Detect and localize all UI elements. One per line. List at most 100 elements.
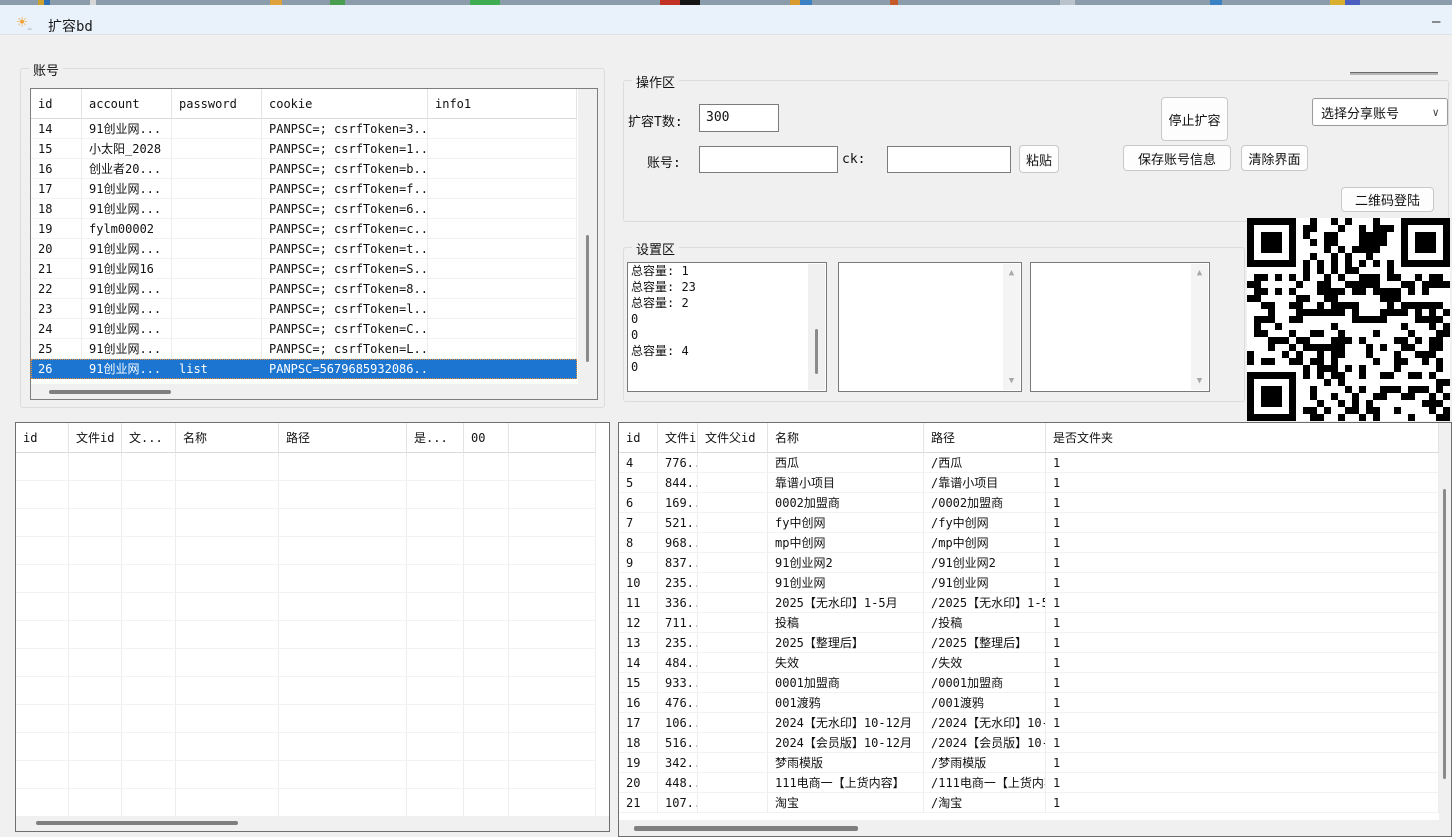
clear-ui-button[interactable]: 清除界面: [1241, 145, 1308, 171]
table-row[interactable]: 2491创业网...PANPSC=; csrfToken=C...: [31, 319, 577, 339]
v-scroll-track[interactable]: [578, 89, 597, 399]
table-cell: 1: [1046, 593, 1439, 613]
table-row[interactable]: 13235...2025【整理后】/2025【整理后】1: [619, 633, 1439, 653]
table-row[interactable]: 2591创业网...PANPSC=; csrfToken=L...: [31, 339, 577, 359]
table-row[interactable]: 11336...2025【无水印】1-5月/2025【无水印】1-5月1: [619, 593, 1439, 613]
scroll-down-icon[interactable]: ▼: [1191, 375, 1208, 387]
account-input[interactable]: [699, 146, 838, 173]
v-scroll-thumb[interactable]: [1443, 489, 1446, 779]
table-cell: /2024【无水印】10-12月: [924, 713, 1046, 733]
table-row[interactable]: 16创业者20...PANPSC=; csrfToken=b...: [31, 159, 577, 179]
table-cell: [16, 481, 69, 509]
capacity-listbox[interactable]: 总容量: 1总容量: 23总容量: 200总容量: 40: [627, 262, 827, 392]
table-row[interactable]: [16, 565, 596, 593]
table-row[interactable]: 19fylm00002PANPSC=; csrfToken=c...: [31, 219, 577, 239]
table-cell: 15: [619, 673, 658, 693]
listbox1-scrollbar[interactable]: [808, 264, 825, 390]
table-cell: 111电商一【上货内容】: [768, 773, 924, 793]
table-row[interactable]: [16, 705, 596, 733]
table-cell: 21: [619, 793, 658, 813]
table-row[interactable]: 9837...91创业网2/91创业网21: [619, 553, 1439, 573]
table-header: id文件id文...名称路径是...00: [16, 423, 596, 453]
table-row[interactable]: 8968...mp中创网/mp中创网1: [619, 533, 1439, 553]
h-scroll-thumb[interactable]: [49, 390, 171, 394]
table-row[interactable]: 2191创业网16PANPSC=; csrfToken=S...: [31, 259, 577, 279]
table-cell: [176, 481, 279, 509]
table-row[interactable]: 1891创业网...PANPSC=; csrfToken=6...: [31, 199, 577, 219]
h-scroll-thumb[interactable]: [36, 821, 238, 825]
listbox1-scroll-thumb[interactable]: [815, 329, 818, 374]
table-row[interactable]: 14484...失效/失效1: [619, 653, 1439, 673]
table-row[interactable]: [16, 761, 596, 789]
column-header: 00: [464, 423, 509, 453]
scroll-up-icon[interactable]: ▲: [1003, 267, 1020, 279]
table-row[interactable]: [16, 621, 596, 649]
table-row[interactable]: [16, 677, 596, 705]
table-row[interactable]: [16, 593, 596, 621]
v-scroll-track[interactable]: [1439, 423, 1451, 836]
settings-listbox-3[interactable]: ▲ ▼: [1030, 262, 1210, 392]
table-row[interactable]: 4776...西瓜/西瓜1: [619, 453, 1439, 473]
table-row[interactable]: [16, 733, 596, 761]
table-cell: [69, 733, 122, 761]
table-row[interactable]: [16, 649, 596, 677]
table-row[interactable]: [16, 453, 596, 481]
listbox3-scrollbar[interactable]: ▲ ▼: [1191, 264, 1208, 390]
table-cell: /梦雨模版: [924, 753, 1046, 773]
table-row[interactable]: [16, 509, 596, 537]
scroll-down-icon[interactable]: ▼: [1003, 375, 1020, 387]
ck-label: ck:: [842, 152, 865, 167]
table-cell: 001渡鸦: [768, 693, 924, 713]
table-row[interactable]: 6169...0002加盟商/0002加盟商1: [619, 493, 1439, 513]
table-cell: [176, 677, 279, 705]
table-row[interactable]: 15933...0001加盟商/0001加盟商1: [619, 673, 1439, 693]
table-cell: PANPSC=; csrfToken=f...: [262, 179, 428, 199]
h-scroll-track[interactable]: [31, 384, 578, 399]
table-row[interactable]: 1491创业网...PANPSC=; csrfToken=3...: [31, 119, 577, 139]
column-header: 是...: [407, 423, 464, 453]
h-scroll-thumb[interactable]: [634, 826, 858, 831]
table-row[interactable]: [16, 537, 596, 565]
right-file-table[interactable]: id文件id文件父id名称路径是否文件夹4776...西瓜/西瓜15844...…: [618, 422, 1452, 837]
table-row[interactable]: 16476...001渡鸦/001渡鸦1: [619, 693, 1439, 713]
table-row[interactable]: 2291创业网...PANPSC=; csrfToken=8...: [31, 279, 577, 299]
table-cell: 516...: [658, 733, 698, 753]
table-cell: [428, 159, 577, 179]
table-row[interactable]: [16, 789, 596, 817]
table-row[interactable]: 2391创业网...PANPSC=; csrfToken=l...: [31, 299, 577, 319]
table-cell: [509, 705, 596, 733]
ck-input[interactable]: [887, 146, 1011, 173]
table-row[interactable]: 15小太阳_2028PANPSC=; csrfToken=1...: [31, 139, 577, 159]
table-row[interactable]: 1791创业网...PANPSC=; csrfToken=f...: [31, 179, 577, 199]
table-row[interactable]: 18516...2024【会员版】10-12月/2024【会员版】10-12月1: [619, 733, 1439, 753]
stop-expand-button[interactable]: 停止扩容: [1161, 97, 1228, 141]
table-row[interactable]: 5844...靠谱小项目/靠谱小项目1: [619, 473, 1439, 493]
paste-button[interactable]: 粘贴: [1019, 145, 1059, 173]
share-account-select[interactable]: 选择分享账号 ∨: [1312, 98, 1448, 126]
table-row[interactable]: 7521...fy中创网/fy中创网1: [619, 513, 1439, 533]
table-row[interactable]: 2091创业网...PANPSC=; csrfToken=t...: [31, 239, 577, 259]
v-scroll-thumb[interactable]: [586, 235, 589, 362]
settings-listbox-2[interactable]: ▲ ▼: [838, 262, 1022, 392]
save-account-info-button[interactable]: 保存账号信息: [1123, 145, 1231, 171]
scroll-up-icon[interactable]: ▲: [1191, 267, 1208, 279]
table-row[interactable]: 10235...91创业网/91创业网1: [619, 573, 1439, 593]
table-row[interactable]: [16, 481, 596, 509]
table-row[interactable]: 19342...梦雨模版/梦雨模版1: [619, 753, 1439, 773]
table-cell: [176, 649, 279, 677]
listbox-line: 0: [628, 311, 826, 327]
h-scroll-track[interactable]: [619, 820, 1439, 836]
table-row[interactable]: 20448...111电商一【上货内容】/111电商一【上货内容】1: [619, 773, 1439, 793]
table-row[interactable]: 2691创业网...listPANPSC=5679685932086...: [31, 359, 577, 379]
listbox2-scrollbar[interactable]: ▲ ▼: [1003, 264, 1020, 390]
table-row[interactable]: 17106...2024【无水印】10-12月/2024【无水印】10-12月1: [619, 713, 1439, 733]
h-scroll-track[interactable]: [16, 816, 609, 831]
expand-t-input[interactable]: 300: [699, 104, 779, 132]
account-table[interactable]: idaccountpasswordcookieinfo11491创业网...PA…: [30, 88, 598, 400]
minimize-button[interactable]: —: [1432, 21, 1450, 25]
column-header: 路径: [924, 423, 1046, 453]
left-file-table[interactable]: id文件id文...名称路径是...00: [15, 422, 610, 832]
qr-login-button[interactable]: 二维码登陆: [1341, 187, 1434, 212]
table-row[interactable]: 12711...投稿/投稿1: [619, 613, 1439, 633]
table-row[interactable]: 21107...淘宝/淘宝1: [619, 793, 1439, 813]
